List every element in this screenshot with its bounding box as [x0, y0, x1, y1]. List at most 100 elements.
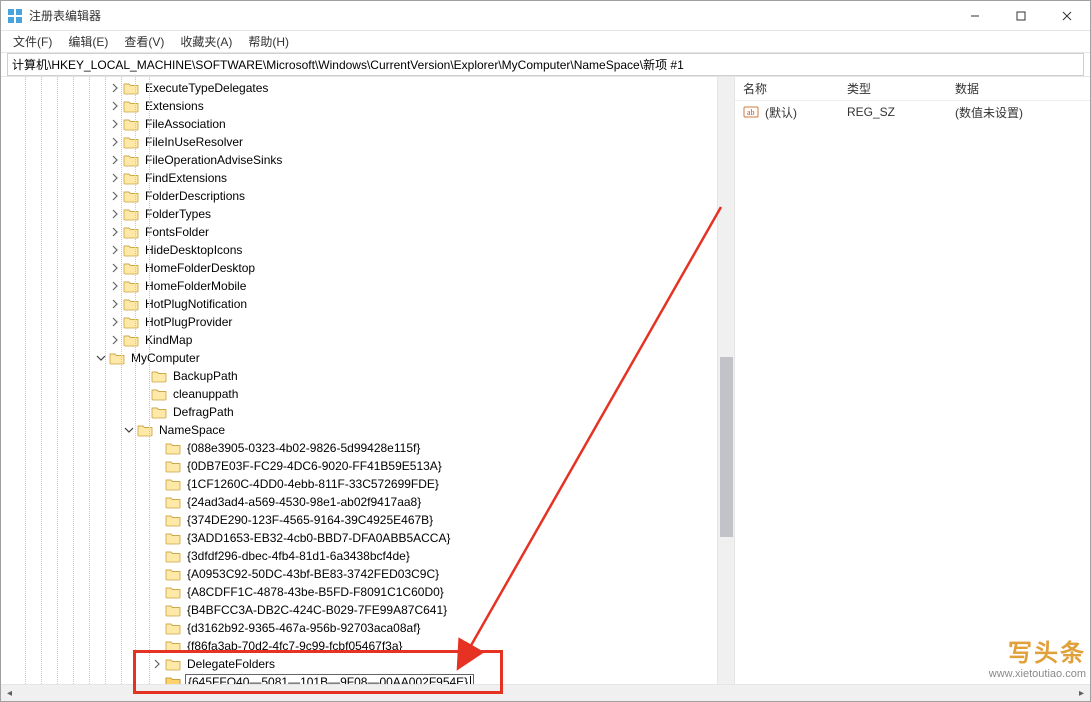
tree-label[interactable]: NameSpace [157, 423, 227, 437]
tree-node[interactable]: HotPlugProvider [1, 313, 717, 331]
tree-node[interactable]: FindExtensions [1, 169, 717, 187]
tree-node[interactable]: Extensions [1, 97, 717, 115]
tree-node[interactable]: {24ad3ad4-a569-4530-98e1-ab02f9417aa8} [1, 493, 717, 511]
tree-label[interactable]: FolderDescriptions [143, 189, 247, 203]
close-button[interactable] [1044, 1, 1090, 30]
rename-input[interactable]: {645FFO40—5081—101B—9F08—00AA002F954E} [185, 674, 474, 684]
tree-node[interactable]: cleanuppath [1, 385, 717, 403]
tree-node[interactable]: {645FFO40—5081—101B—9F08—00AA002F954E} [1, 673, 717, 684]
tree-node[interactable]: {B4BFCC3A-DB2C-424C-B029-7FE99A87C641} [1, 601, 717, 619]
tree-label[interactable]: ExecuteTypeDelegates [143, 81, 270, 95]
expand-toggle[interactable] [109, 118, 121, 130]
tree-node[interactable]: ExecuteTypeDelegates [1, 79, 717, 97]
expand-toggle[interactable] [109, 190, 121, 202]
tree-scrollbar[interactable] [717, 77, 734, 684]
tree-label[interactable]: {d3162b92-9365-467a-956b-92703aca08af} [185, 621, 423, 635]
tree-node[interactable]: FolderTypes [1, 205, 717, 223]
tree-node[interactable]: FontsFolder [1, 223, 717, 241]
expand-toggle[interactable] [109, 298, 121, 310]
tree-node[interactable]: BackupPath [1, 367, 717, 385]
tree-label[interactable]: FontsFolder [143, 225, 211, 239]
tree-label[interactable]: HotPlugProvider [143, 315, 234, 329]
collapse-toggle[interactable] [95, 352, 107, 364]
menu-view[interactable]: 查看(V) [116, 31, 172, 52]
tree-label[interactable]: FindExtensions [143, 171, 229, 185]
tree-label[interactable]: DefragPath [171, 405, 236, 419]
expand-toggle[interactable] [109, 280, 121, 292]
tree-node[interactable]: HomeFolderDesktop [1, 259, 717, 277]
collapse-toggle[interactable] [123, 424, 135, 436]
tree-label[interactable]: {B4BFCC3A-DB2C-424C-B029-7FE99A87C641} [185, 603, 449, 617]
tree-label[interactable]: FileOperationAdviseSinks [143, 153, 284, 167]
tree-node[interactable]: {374DE290-123F-4565-9164-39C4925E467B} [1, 511, 717, 529]
expand-toggle[interactable] [109, 154, 121, 166]
hscroll-left[interactable]: ◂ [1, 685, 18, 702]
menu-help[interactable]: 帮助(H) [240, 31, 297, 52]
tree-node[interactable]: {d3162b92-9365-467a-956b-92703aca08af} [1, 619, 717, 637]
tree-node[interactable]: FileAssociation [1, 115, 717, 133]
tree-node[interactable]: {A0953C92-50DC-43bf-BE83-3742FED03C9C} [1, 565, 717, 583]
expand-toggle[interactable] [109, 208, 121, 220]
expand-toggle[interactable] [109, 244, 121, 256]
tree-node[interactable]: NameSpace [1, 421, 717, 439]
expand-toggle[interactable] [109, 226, 121, 238]
tree-label[interactable]: FolderTypes [143, 207, 213, 221]
registry-tree[interactable]: ExecuteTypeDelegates Extensions FileAssoci… [1, 77, 717, 684]
tree-hscroll[interactable]: ◂ ▸ [1, 684, 1090, 701]
tree-node[interactable]: KindMap [1, 331, 717, 349]
tree-node[interactable]: HomeFolderMobile [1, 277, 717, 295]
tree-label[interactable]: {0DB7E03F-FC29-4DC6-9020-FF41B59E513A} [185, 459, 444, 473]
menu-favorites[interactable]: 收藏夹(A) [172, 31, 240, 52]
tree-node[interactable]: DefragPath [1, 403, 717, 421]
tree-label[interactable]: {A8CDFF1C-4878-43be-B5FD-F8091C1C60D0} [185, 585, 446, 599]
tree-node[interactable]: {088e3905-0323-4b02-9826-5d99428e115f} [1, 439, 717, 457]
tree-label[interactable]: {374DE290-123F-4565-9164-39C4925E467B} [185, 513, 435, 527]
value-row[interactable]: ab (默认) REG_SZ (数值未设置) [735, 101, 1090, 123]
tree-label[interactable]: Extensions [143, 99, 206, 113]
tree-label[interactable]: FileInUseResolver [143, 135, 245, 149]
tree-label[interactable]: HomeFolderMobile [143, 279, 248, 293]
tree-label[interactable]: HotPlugNotification [143, 297, 249, 311]
tree-label[interactable]: {088e3905-0323-4b02-9826-5d99428e115f} [185, 441, 422, 455]
tree-label[interactable]: DelegateFolders [185, 657, 277, 671]
expand-toggle[interactable] [109, 334, 121, 346]
tree-label[interactable]: KindMap [143, 333, 194, 347]
maximize-button[interactable] [998, 1, 1044, 30]
expand-toggle[interactable] [151, 658, 163, 670]
tree-label[interactable]: cleanuppath [171, 387, 240, 401]
tree-label[interactable]: {1CF1260C-4DD0-4ebb-811F-33C572699FDE} [185, 477, 441, 491]
scrollbar-thumb[interactable] [720, 357, 733, 537]
tree-node[interactable]: {f86fa3ab-70d2-4fc7-9c99-fcbf05467f3a} [1, 637, 717, 655]
expand-toggle[interactable] [109, 172, 121, 184]
tree-node[interactable]: FileOperationAdviseSinks [1, 151, 717, 169]
col-data[interactable]: 数据 [955, 80, 1090, 97]
expand-toggle[interactable] [109, 100, 121, 112]
tree-label[interactable]: {3ADD1653-EB32-4cb0-BBD7-DFA0ABB5ACCA} [185, 531, 452, 545]
tree-node[interactable]: HotPlugNotification [1, 295, 717, 313]
expand-toggle[interactable] [109, 262, 121, 274]
tree-node[interactable]: {1CF1260C-4DD0-4ebb-811F-33C572699FDE} [1, 475, 717, 493]
menu-file[interactable]: 文件(F) [5, 31, 60, 52]
col-name[interactable]: 名称 [743, 80, 847, 97]
tree-label[interactable]: MyComputer [129, 351, 202, 365]
tree-label[interactable]: {3dfdf296-dbec-4fb4-81d1-6a3438bcf4de} [185, 549, 412, 563]
hscroll-right[interactable]: ▸ [1073, 685, 1090, 702]
tree-label[interactable]: HideDesktopIcons [143, 243, 244, 257]
tree-node[interactable]: {3ADD1653-EB32-4cb0-BBD7-DFA0ABB5ACCA} [1, 529, 717, 547]
expand-toggle[interactable] [109, 316, 121, 328]
expand-toggle[interactable] [109, 82, 121, 94]
tree-label[interactable]: HomeFolderDesktop [143, 261, 257, 275]
tree-label[interactable]: {A0953C92-50DC-43bf-BE83-3742FED03C9C} [185, 567, 441, 581]
address-input[interactable]: 计算机\HKEY_LOCAL_MACHINE\SOFTWARE\Microsof… [7, 53, 1084, 76]
menu-edit[interactable]: 编辑(E) [60, 31, 116, 52]
tree-node[interactable]: {0DB7E03F-FC29-4DC6-9020-FF41B59E513A} [1, 457, 717, 475]
minimize-button[interactable] [952, 1, 998, 30]
tree-node[interactable]: FileInUseResolver [1, 133, 717, 151]
tree-label[interactable]: {f86fa3ab-70d2-4fc7-9c99-fcbf05467f3a} [185, 639, 405, 653]
tree-label[interactable]: FileAssociation [143, 117, 228, 131]
tree-node[interactable]: {A8CDFF1C-4878-43be-B5FD-F8091C1C60D0} [1, 583, 717, 601]
tree-node[interactable]: FolderDescriptions [1, 187, 717, 205]
tree-label[interactable]: {24ad3ad4-a569-4530-98e1-ab02f9417aa8} [185, 495, 423, 509]
tree-node[interactable]: DelegateFolders [1, 655, 717, 673]
tree-label[interactable]: BackupPath [171, 369, 240, 383]
